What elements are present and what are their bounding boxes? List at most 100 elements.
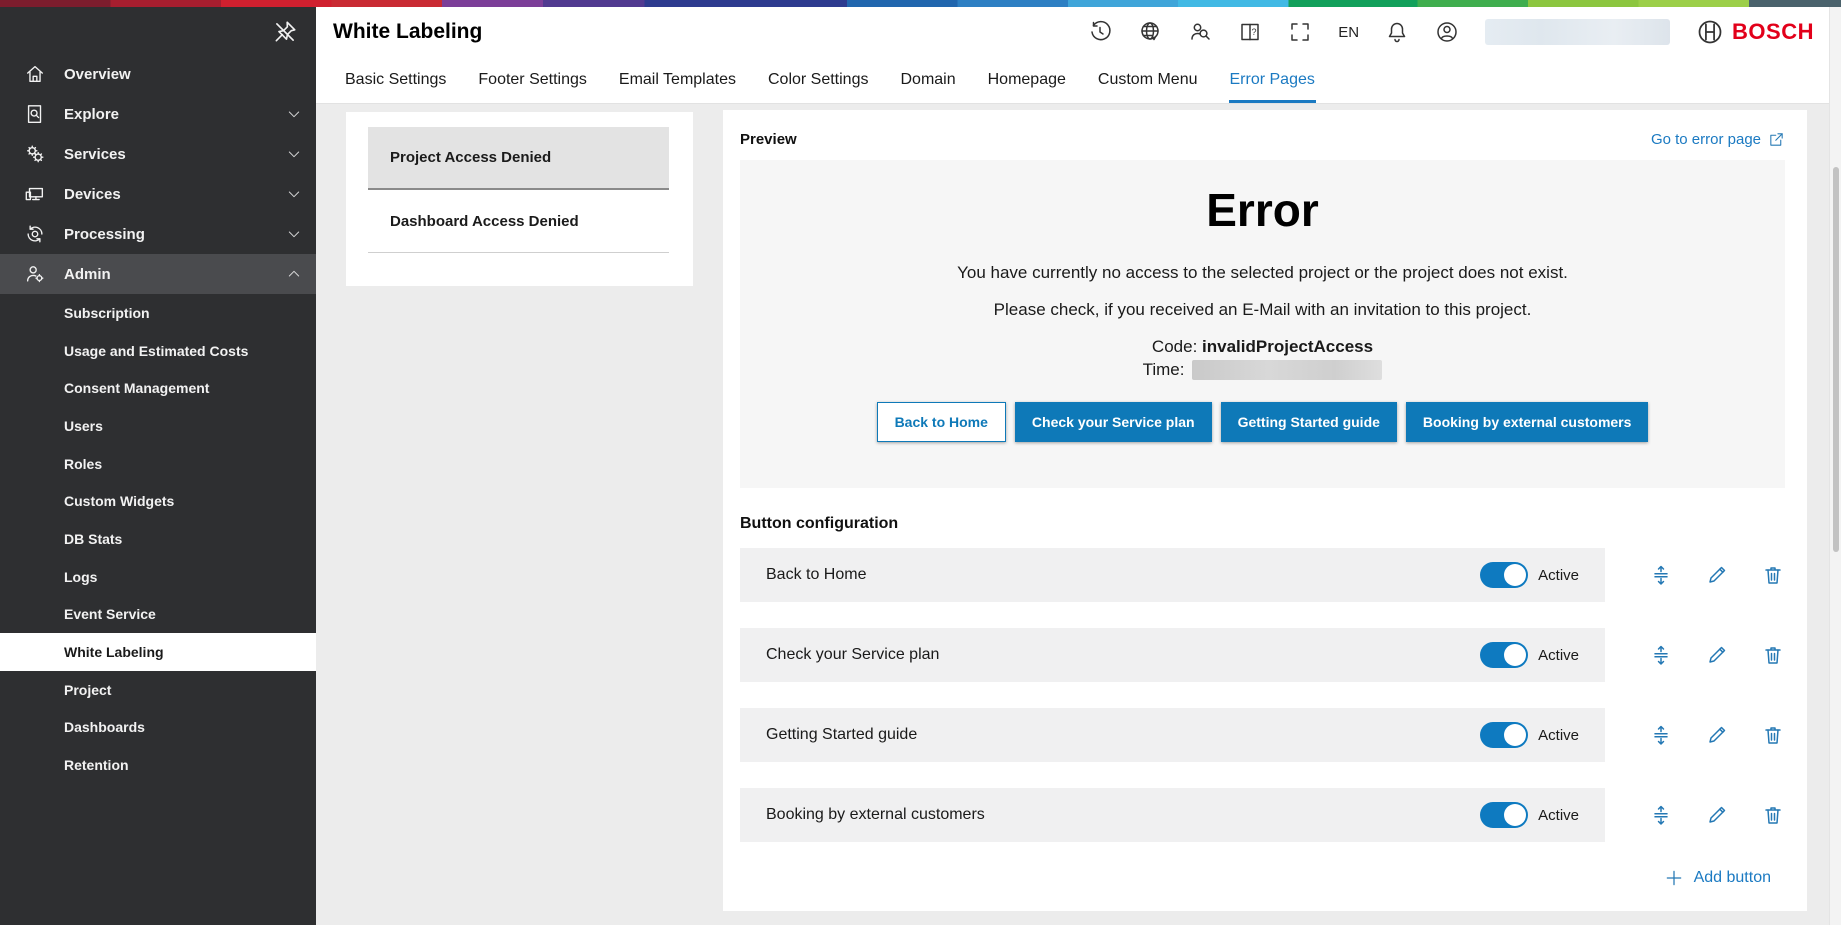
account-icon[interactable] [1435, 20, 1459, 44]
delete-icon[interactable] [1761, 803, 1785, 827]
preview-button-back-to-home[interactable]: Back to Home [877, 402, 1006, 442]
tab-basic-settings[interactable]: Basic Settings [344, 57, 447, 103]
sidebar-item-label: Processing [64, 226, 286, 243]
unpin-icon[interactable] [272, 19, 298, 45]
time-label: Time: [1143, 360, 1185, 380]
config-row: Getting Started guide Active [740, 708, 1785, 762]
vertical-scrollbar [1829, 7, 1841, 925]
sub-item-label: Retention [64, 757, 129, 773]
sub-item-label: Custom Widgets [64, 493, 174, 509]
sidebar-item-subscription[interactable]: Subscription [0, 294, 316, 332]
tab-footer-settings[interactable]: Footer Settings [477, 57, 588, 103]
home-icon [24, 63, 46, 85]
bosch-wordmark: BOSCH [1732, 19, 1814, 45]
sidebar-item-usage-and-estimated-costs[interactable]: Usage and Estimated Costs [0, 332, 316, 370]
devices-icon [24, 183, 46, 205]
preview-error-code: Code: invalidProjectAccess [740, 337, 1785, 357]
edit-icon[interactable] [1705, 803, 1729, 827]
sidebar-item-users[interactable]: Users [0, 407, 316, 445]
help-book-icon[interactable]: ? [1238, 20, 1262, 44]
move-icon[interactable] [1649, 803, 1673, 827]
preview-button-booking-external-customers[interactable]: Booking by external customers [1406, 402, 1649, 442]
sidebar: Overview Explore Services [0, 7, 316, 925]
delete-icon[interactable] [1761, 723, 1785, 747]
preview-button-check-service-plan[interactable]: Check your Service plan [1015, 402, 1212, 442]
sidebar-item-overview[interactable]: Overview [0, 54, 316, 94]
active-toggle[interactable] [1480, 802, 1528, 828]
account-name-redacted[interactable] [1485, 19, 1670, 45]
list-item-dashboard-access-denied[interactable]: Dashboard Access Denied [368, 190, 669, 253]
language-globe-icon[interactable] [1138, 20, 1162, 44]
white-labeling-tabs: Basic Settings Footer Settings Email Tem… [316, 57, 1841, 104]
sidebar-item-label: Overview [64, 66, 302, 83]
tab-color-settings[interactable]: Color Settings [767, 57, 870, 103]
sidebar-item-retention[interactable]: Retention [0, 746, 316, 784]
sidebar-item-logs[interactable]: Logs [0, 558, 316, 596]
sidebar-item-custom-widgets[interactable]: Custom Widgets [0, 482, 316, 520]
edit-icon[interactable] [1705, 643, 1729, 667]
tab-email-templates[interactable]: Email Templates [618, 57, 737, 103]
sidebar-item-roles[interactable]: Roles [0, 445, 316, 483]
tab-error-pages[interactable]: Error Pages [1229, 57, 1316, 103]
tab-domain[interactable]: Domain [899, 57, 956, 103]
tab-custom-menu[interactable]: Custom Menu [1097, 57, 1199, 103]
tab-homepage[interactable]: Homepage [987, 57, 1067, 103]
sidebar-item-dashboards[interactable]: Dashboards [0, 709, 316, 747]
list-item-project-access-denied[interactable]: Project Access Denied [368, 127, 669, 190]
list-item-label: Project Access Denied [390, 149, 551, 166]
button-configuration-heading: Button configuration [740, 515, 1785, 533]
sidebar-item-label: Devices [64, 186, 286, 203]
sidebar-item-db-stats[interactable]: DB Stats [0, 520, 316, 558]
plus-icon [1664, 868, 1684, 888]
move-icon[interactable] [1649, 723, 1673, 747]
sub-item-label: Project [64, 682, 111, 698]
toggle-status-label: Active [1538, 727, 1579, 744]
move-icon[interactable] [1649, 563, 1673, 587]
active-toggle[interactable] [1480, 562, 1528, 588]
scrollbar-thumb[interactable] [1833, 167, 1839, 552]
tab-label: Color Settings [768, 71, 869, 89]
go-to-error-page-link[interactable]: Go to error page [1651, 131, 1785, 148]
sidebar-item-project[interactable]: Project [0, 671, 316, 709]
sidebar-item-white-labeling[interactable]: White Labeling [0, 633, 316, 671]
sidebar-item-consent-management[interactable]: Consent Management [0, 369, 316, 407]
fullscreen-icon[interactable] [1288, 20, 1312, 44]
sidebar-item-event-service[interactable]: Event Service [0, 596, 316, 634]
edit-icon[interactable] [1705, 723, 1729, 747]
move-icon[interactable] [1649, 643, 1673, 667]
page-title: White Labeling [333, 20, 482, 44]
row-label: Check your Service plan [766, 646, 1480, 664]
sidebar-item-admin[interactable]: Admin [0, 254, 316, 294]
chevron-down-icon [286, 186, 302, 202]
edit-icon[interactable] [1705, 563, 1729, 587]
add-button[interactable]: Add button [1664, 868, 1771, 888]
error-page-list: Project Access Denied Dashboard Access D… [346, 112, 693, 286]
sub-item-label: White Labeling [64, 644, 164, 660]
bosch-logo: BOSCH [1696, 18, 1814, 46]
code-value: invalidProjectAccess [1202, 337, 1373, 356]
notifications-bell-icon[interactable] [1385, 20, 1409, 44]
sidebar-item-services[interactable]: Services [0, 134, 316, 174]
sub-item-label: Event Service [64, 606, 156, 622]
delete-icon[interactable] [1761, 643, 1785, 667]
delete-icon[interactable] [1761, 563, 1785, 587]
button-label: Check your Service plan [1032, 414, 1195, 430]
row-label: Back to Home [766, 566, 1480, 584]
sub-item-label: Logs [64, 569, 97, 585]
history-icon[interactable] [1088, 20, 1112, 44]
preview-button-getting-started-guide[interactable]: Getting Started guide [1221, 402, 1397, 442]
config-row-check-service-plan: Check your Service plan Active [740, 628, 1605, 682]
active-toggle[interactable] [1480, 722, 1528, 748]
svg-text:?: ? [1252, 27, 1257, 37]
sidebar-item-processing[interactable]: Processing [0, 214, 316, 254]
active-toggle[interactable] [1480, 642, 1528, 668]
sidebar-item-explore[interactable]: Explore [0, 94, 316, 134]
code-label: Code: [1152, 337, 1197, 356]
toggle-status-label: Active [1538, 567, 1579, 584]
user-search-icon[interactable] [1188, 20, 1212, 44]
sidebar-item-devices[interactable]: Devices [0, 174, 316, 214]
chevron-down-icon [286, 106, 302, 122]
admin-icon [24, 263, 46, 285]
language-selector[interactable]: EN [1338, 24, 1359, 41]
sidebar-nav: Overview Explore Services [0, 54, 316, 784]
